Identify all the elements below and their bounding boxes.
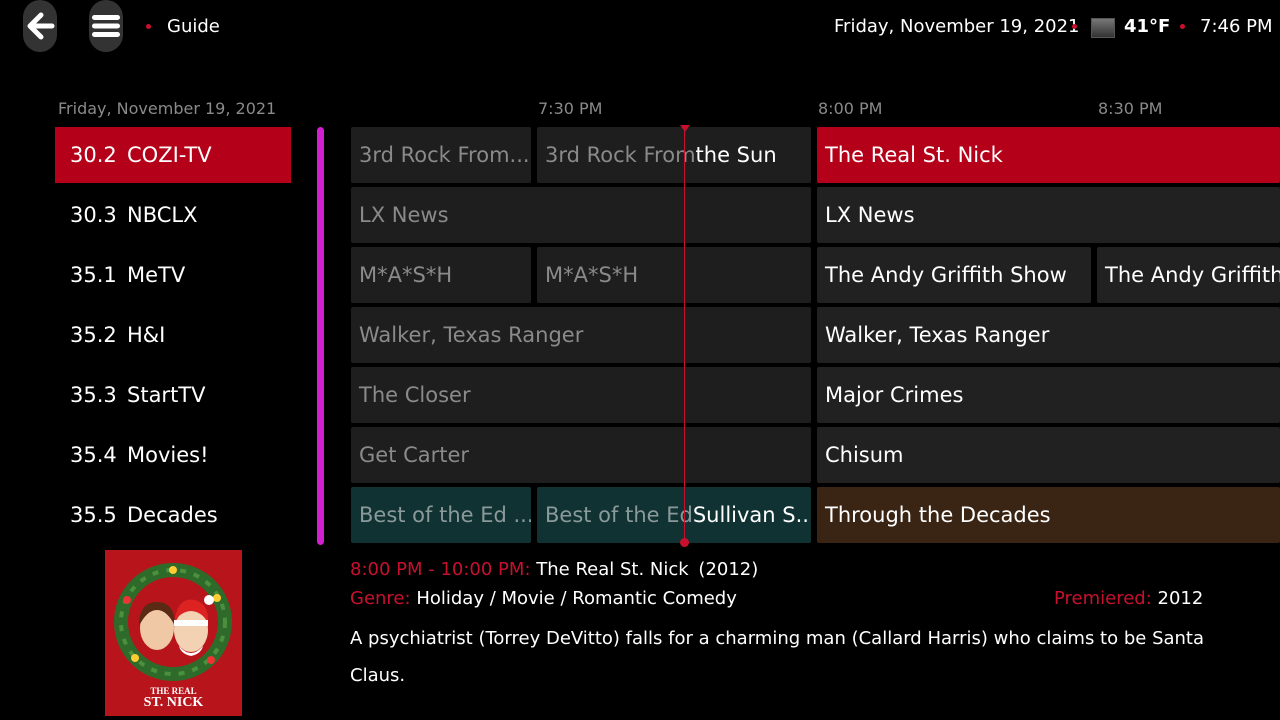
program-cell[interactable]: M*A*S*H	[351, 247, 531, 303]
program-cell[interactable]: M*A*S*H	[537, 247, 811, 303]
program-title: The Andy Griffith Show	[825, 263, 1067, 287]
program-poster: THE REAL ST. NICK	[105, 550, 242, 716]
header-date: Friday, November 19, 2021	[834, 16, 1080, 37]
channel-number: 35.4	[70, 443, 117, 467]
channel-name: MeTV	[127, 263, 186, 287]
premiered-label: Premiered:	[1054, 588, 1152, 609]
program-cell[interactable]: LX News	[351, 187, 811, 243]
cloudy-icon	[1091, 18, 1115, 38]
program-cell-selected[interactable]: The Real St. Nick	[817, 127, 1280, 183]
back-button[interactable]	[23, 0, 57, 52]
program-title: LX News	[359, 203, 449, 227]
premiered-year: 2012	[1157, 588, 1204, 609]
premiered-line: Premiered: 2012	[1054, 587, 1203, 611]
program-cell[interactable]: 3rd Rock From...	[351, 127, 531, 183]
temperature: 41°F	[1124, 16, 1171, 37]
program-cell[interactable]: The Closer	[351, 367, 811, 423]
program-title: 3rd Rock From	[545, 143, 696, 167]
time-slot-label: 8:30 PM	[1098, 99, 1163, 118]
channel-number: 30.3	[70, 203, 117, 227]
channel-row-metv[interactable]: 35.1 MeTV	[55, 247, 291, 303]
program-genre: Holiday / Movie / Romantic Comedy	[416, 588, 737, 609]
current-time-marker	[680, 125, 690, 132]
program-title: Through the Decades	[825, 503, 1051, 527]
program-cell[interactable]: Chisum	[817, 427, 1280, 483]
time-slot-label: 7:30 PM	[538, 99, 603, 118]
clock-time: 7:46 PM	[1200, 16, 1273, 37]
channel-number: 35.5	[70, 503, 117, 527]
channel-name: H&I	[127, 323, 166, 347]
menu-button[interactable]	[89, 0, 123, 52]
program-cell[interactable]: Walker, Texas Ranger	[817, 307, 1280, 363]
channel-name: Movies!	[127, 443, 209, 467]
program-cell[interactable]: Through the Decades	[817, 487, 1280, 543]
channel-name: Decades	[127, 503, 218, 527]
program-cell[interactable]: Best of the Ed Sullivan S...	[537, 487, 811, 543]
guide-date: Friday, November 19, 2021	[58, 99, 277, 118]
channel-row-decades[interactable]: 35.5 Decades	[55, 487, 291, 543]
channel-scrollbar[interactable]	[317, 127, 324, 545]
separator-dot	[1072, 24, 1077, 29]
program-title: LX News	[825, 203, 915, 227]
current-time-line	[684, 130, 685, 544]
program-title: 3rd Rock From...	[359, 143, 530, 167]
genre-label: Genre:	[350, 588, 411, 609]
program-cell[interactable]: Best of the Ed ...	[351, 487, 531, 543]
program-title: Best of the Ed	[545, 503, 693, 527]
program-title: M*A*S*H	[359, 263, 453, 287]
program-title: Walker, Texas Ranger	[825, 323, 1050, 347]
channel-row-nbclx[interactable]: 30.3 NBCLX	[55, 187, 291, 243]
program-title: M*A*S*H	[545, 263, 639, 287]
program-title: Walker, Texas Ranger	[359, 323, 584, 347]
poster-title-line2: ST. NICK	[143, 695, 204, 710]
channel-row-starttv[interactable]: 35.3 StartTV	[55, 367, 291, 423]
program-title: The Real St. Nick	[825, 143, 1003, 167]
program-genre-line: Genre: Holiday / Movie / Romantic Comedy	[350, 587, 737, 611]
program-title-current: Sullivan S...	[692, 503, 811, 527]
back-arrow-icon	[27, 12, 55, 40]
program-cell[interactable]: Get Carter	[351, 427, 811, 483]
channel-row-movies[interactable]: 35.4 Movies!	[55, 427, 291, 483]
separator-dot	[146, 24, 151, 29]
channel-name: NBCLX	[127, 203, 198, 227]
channel-row-cozi-tv[interactable]: 30.2 COZI-TV	[55, 127, 291, 183]
channel-row-h-and-i[interactable]: 35.2 H&I	[55, 307, 291, 363]
program-title: Best of the Ed ...	[359, 503, 531, 527]
program-title: Major Crimes	[825, 383, 964, 407]
program-cell[interactable]: 3rd Rock From the Sun	[537, 127, 811, 183]
program-title-current: the Sun	[695, 143, 777, 167]
program-cell[interactable]: Walker, Texas Ranger	[351, 307, 811, 363]
channel-number: 30.2	[70, 143, 117, 167]
program-cell[interactable]: LX News	[817, 187, 1280, 243]
program-detail-title: The Real St. Nick	[536, 559, 689, 580]
program-year: (2012)	[698, 559, 759, 580]
channel-name: StartTV	[127, 383, 206, 407]
channel-number: 35.2	[70, 323, 117, 347]
program-title: The Closer	[359, 383, 471, 407]
program-cell[interactable]: Major Crimes	[817, 367, 1280, 423]
channel-name: COZI-TV	[127, 143, 212, 167]
program-cell[interactable]: The Andy Griffith S	[1097, 247, 1280, 303]
current-time-marker-end	[680, 538, 689, 547]
time-slot-label: 8:00 PM	[818, 99, 883, 118]
channel-number: 35.1	[70, 263, 117, 287]
channel-number: 35.3	[70, 383, 117, 407]
program-description: A psychiatrist (Torrey DeVitto) falls fo…	[350, 628, 1205, 686]
page-title: Guide	[167, 16, 220, 37]
program-title: Get Carter	[359, 443, 470, 467]
program-time-range: 8:00 PM - 10:00 PM:	[350, 559, 531, 580]
program-cell[interactable]: The Andy Griffith Show	[817, 247, 1091, 303]
separator-dot	[1180, 24, 1185, 29]
program-detail-header: 8:00 PM - 10:00 PM: The Real St. Nick (2…	[350, 558, 758, 582]
program-title: Chisum	[825, 443, 904, 467]
hamburger-menu-icon	[92, 15, 120, 37]
program-title: The Andy Griffith S	[1105, 263, 1280, 287]
